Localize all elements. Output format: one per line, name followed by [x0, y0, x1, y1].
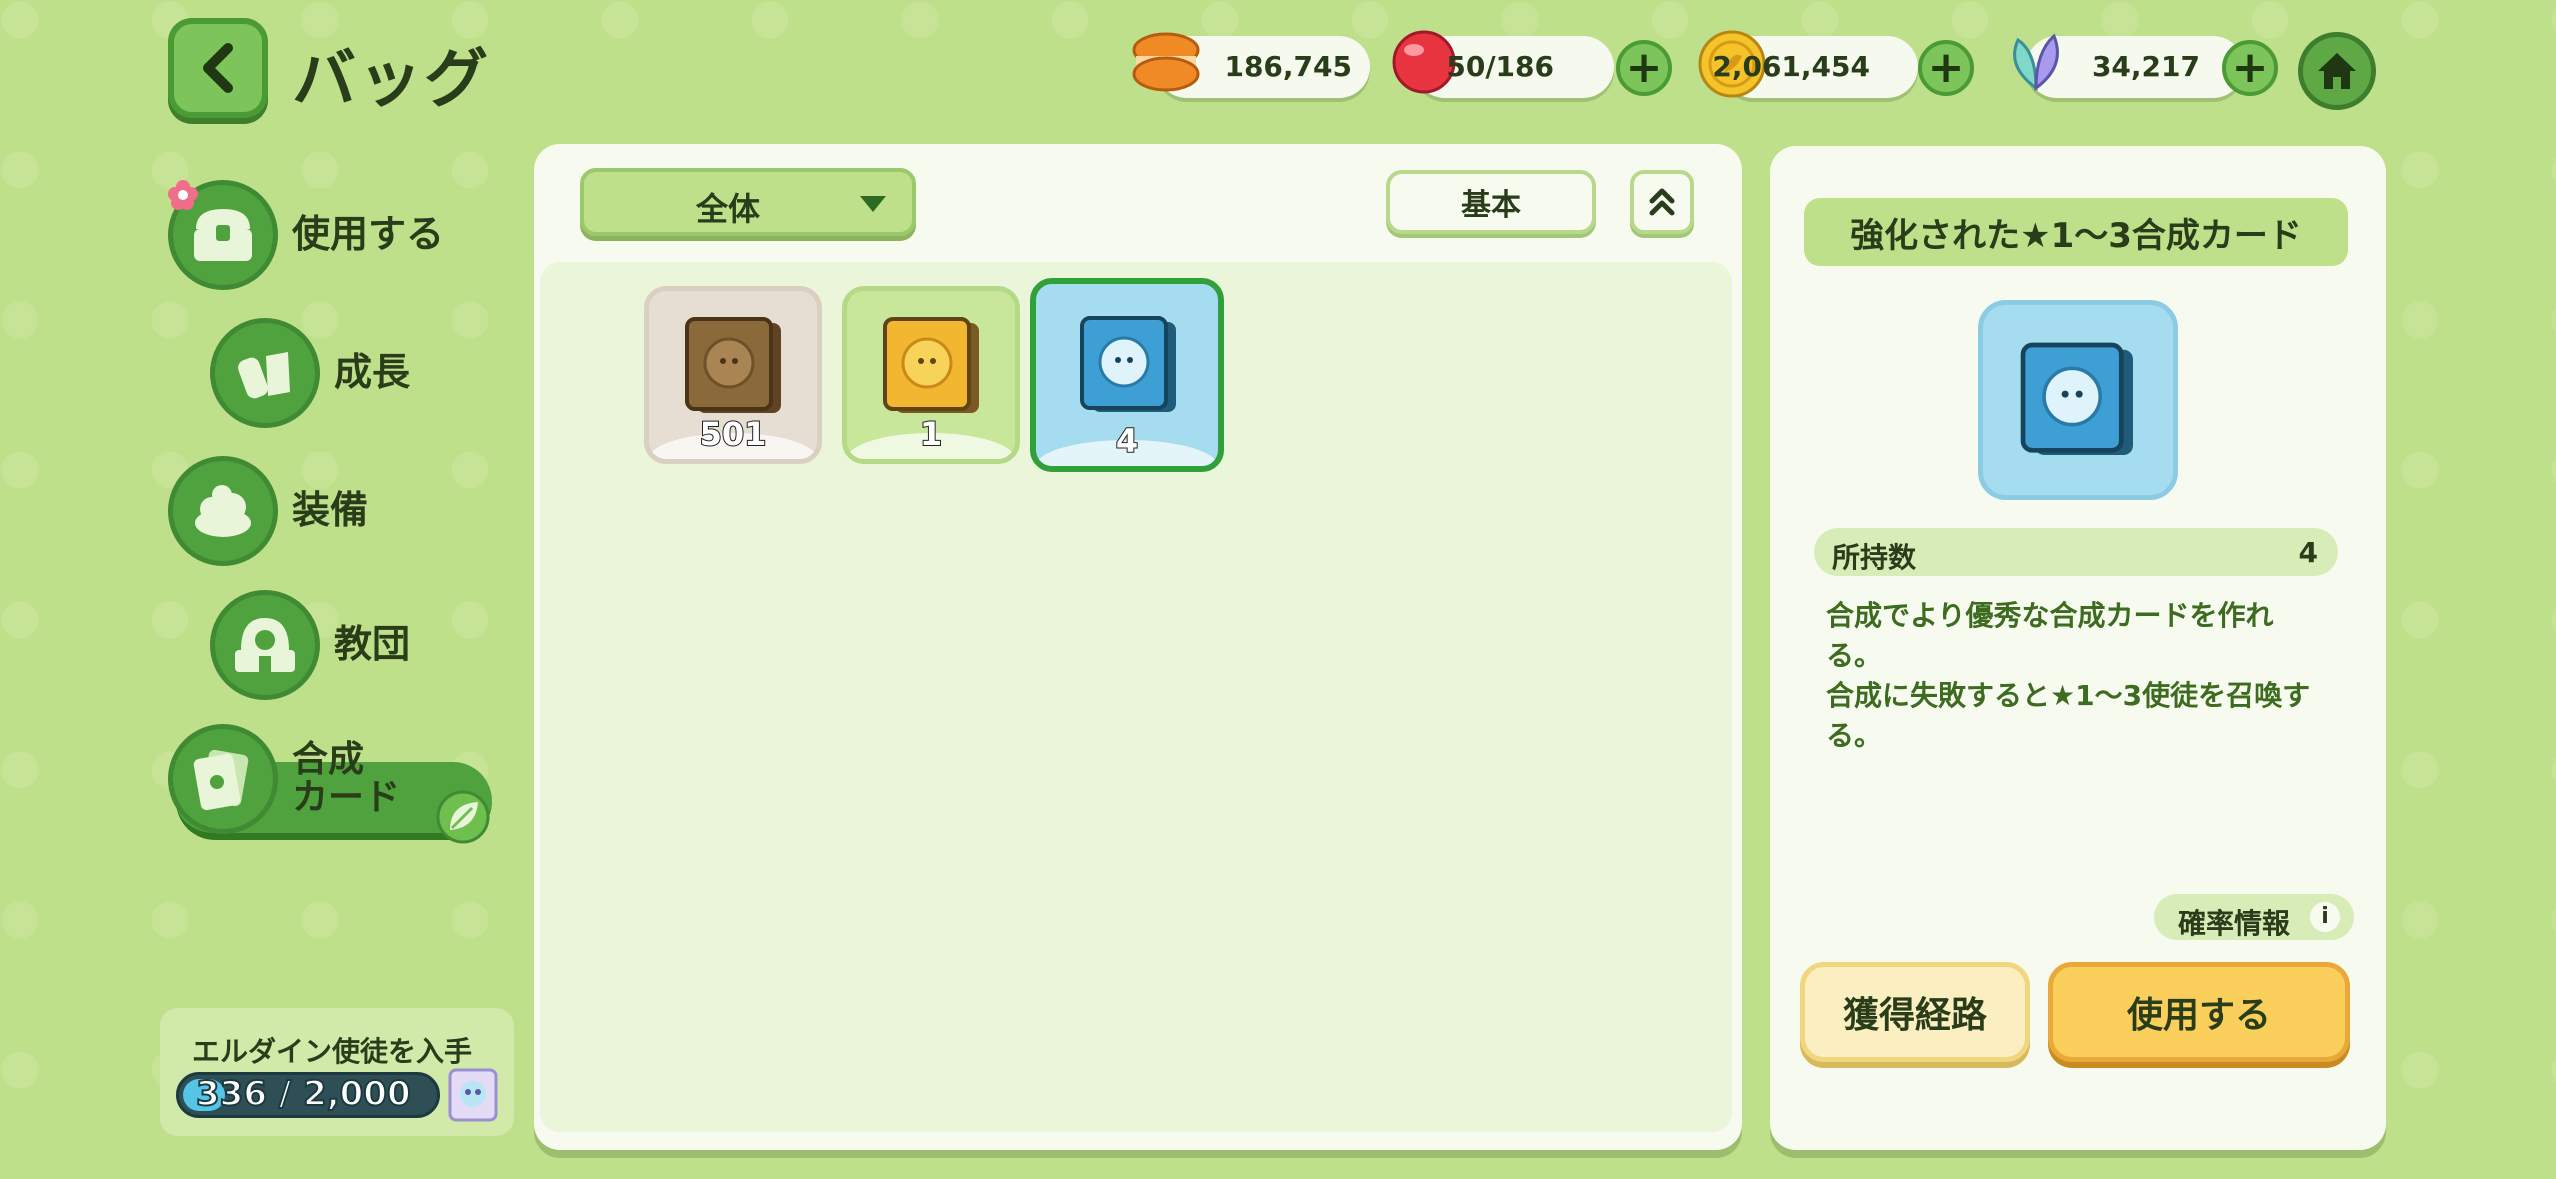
description-line: 合成でより優秀な合成カードを作れ: [1826, 599, 2274, 632]
sidebar-item-label: 教団: [334, 622, 411, 667]
sidebar-label-line1: 合成: [292, 739, 365, 781]
probability-label: 確率情報: [2178, 907, 2291, 940]
card-icon: [193, 749, 249, 811]
chevron-left-icon: [203, 43, 233, 93]
add-candy-button[interactable]: +: [1616, 40, 1672, 96]
temple-icon: [235, 618, 295, 672]
sidebar-item-use[interactable]: 使用する: [168, 180, 444, 290]
sidebar-icon-wrap: [168, 724, 278, 834]
home-button[interactable]: [2298, 32, 2376, 110]
resource-value: 186,745: [1224, 50, 1352, 83]
sidebar-item-equipment[interactable]: 装備: [168, 456, 368, 566]
filter-selected-label: 全体: [696, 190, 761, 228]
crystal-leaf-icon: [2013, 33, 2059, 91]
sidebar-icon-wrap: [168, 456, 278, 566]
owned-count-row: 所持数 4: [1814, 528, 2338, 576]
item-gold-card[interactable]: 1: [842, 286, 1020, 464]
gold-card-icon: [883, 317, 979, 413]
quest-progress-text: 336 / 2,000: [195, 1073, 412, 1115]
item-detail-panel: 強化された★1～3合成カード 所持数 4 合成でより優秀な合成カードを作れ る。…: [1770, 146, 2386, 1150]
flower-badge-icon: [168, 180, 198, 210]
item-count: 1: [919, 414, 943, 454]
add-gold-button[interactable]: +: [1918, 40, 1974, 96]
resource-value: 50/186: [1446, 50, 1554, 83]
sidebar-item-label: 成長: [334, 350, 411, 395]
quest-progress-box[interactable]: エルダイン使徒を入手 336 / 2,000: [160, 1008, 514, 1136]
plus-icon: +: [1927, 42, 1965, 93]
owned-value: 4: [2298, 536, 2318, 569]
resource-value: 2,061,454: [1712, 50, 1870, 83]
potion-icon: [238, 352, 290, 399]
sidebar-item-label: 合成 カード: [292, 741, 400, 817]
detail-item-image: [1978, 300, 2178, 500]
chest-icon: [194, 209, 252, 261]
sidebar-item-growth[interactable]: 成長: [210, 318, 410, 428]
item-grid: 501 1 4: [540, 262, 1732, 1132]
description-line: 合成に失敗すると★1～3使徒を召喚す: [1826, 679, 2311, 712]
sidebar-item-label: 使用する: [292, 212, 445, 257]
blue-card-icon: [2020, 342, 2133, 455]
resource-gold: 2,061,454: [1698, 30, 1918, 98]
inventory-panel: 全体 基本 501 1 4: [534, 144, 1742, 1150]
blue-card-icon: [1080, 316, 1176, 412]
resource-red-candy: 50/186: [1392, 30, 1614, 98]
sidebar-icon-wrap: [210, 590, 320, 700]
description-line: る。: [1826, 719, 1883, 752]
leaf-icon: [436, 790, 490, 844]
sort-button[interactable]: 基本: [1386, 170, 1596, 234]
sidebar-item-cult[interactable]: 教団: [210, 590, 410, 700]
quest-title: エルダイン使徒を入手: [192, 1035, 473, 1068]
detail-title: 強化された★1～3合成カード: [1804, 198, 2348, 266]
sidebar-item-synthesis-card[interactable]: 合成 カード: [168, 724, 400, 834]
acquisition-route-button[interactable]: 獲得経路: [1800, 962, 2030, 1062]
item-bronze-card[interactable]: 501: [644, 286, 822, 464]
use-item-button[interactable]: 使用する: [2048, 962, 2350, 1062]
item-count: 501: [699, 414, 768, 454]
description-line: る。: [1826, 639, 1883, 672]
dropdown-arrow-icon: [860, 196, 886, 212]
owned-label: 所持数: [1832, 541, 1917, 574]
plus-icon: +: [2231, 42, 2269, 93]
sidebar-item-label: 装備: [292, 488, 369, 533]
info-icon: i: [2310, 902, 2340, 932]
category-filter-dropdown[interactable]: 全体: [580, 168, 916, 236]
item-description: 合成でより優秀な合成カードを作れ る。 合成に失敗すると★1～3使徒を召喚す る…: [1826, 596, 2326, 756]
probability-info-button[interactable]: 確率情報 i: [2154, 894, 2354, 940]
double-chevron-up-icon: [1649, 188, 1675, 216]
bronze-card-icon: [685, 317, 781, 413]
sort-order-button[interactable]: [1630, 170, 1694, 234]
sidebar-icon-wrap: [210, 318, 320, 428]
cream-puff-icon: [195, 485, 251, 537]
item-count: 4: [1115, 421, 1139, 461]
add-crystal-button[interactable]: +: [2222, 40, 2278, 96]
sidebar-label-line2: カード: [292, 777, 401, 818]
plus-icon: +: [1625, 42, 1663, 93]
resource-value: 34,217: [2091, 50, 2200, 83]
macaron-icon: [1132, 32, 1200, 92]
item-blue-card[interactable]: 4: [1030, 278, 1224, 472]
prism-card-icon: [448, 1068, 498, 1122]
resource-macaron: 186,745: [1132, 32, 1370, 98]
resource-crystal: 34,217: [2013, 33, 2244, 98]
home-icon: [2318, 53, 2356, 89]
back-button[interactable]: [168, 18, 268, 118]
page-title: バッグ: [292, 43, 490, 117]
